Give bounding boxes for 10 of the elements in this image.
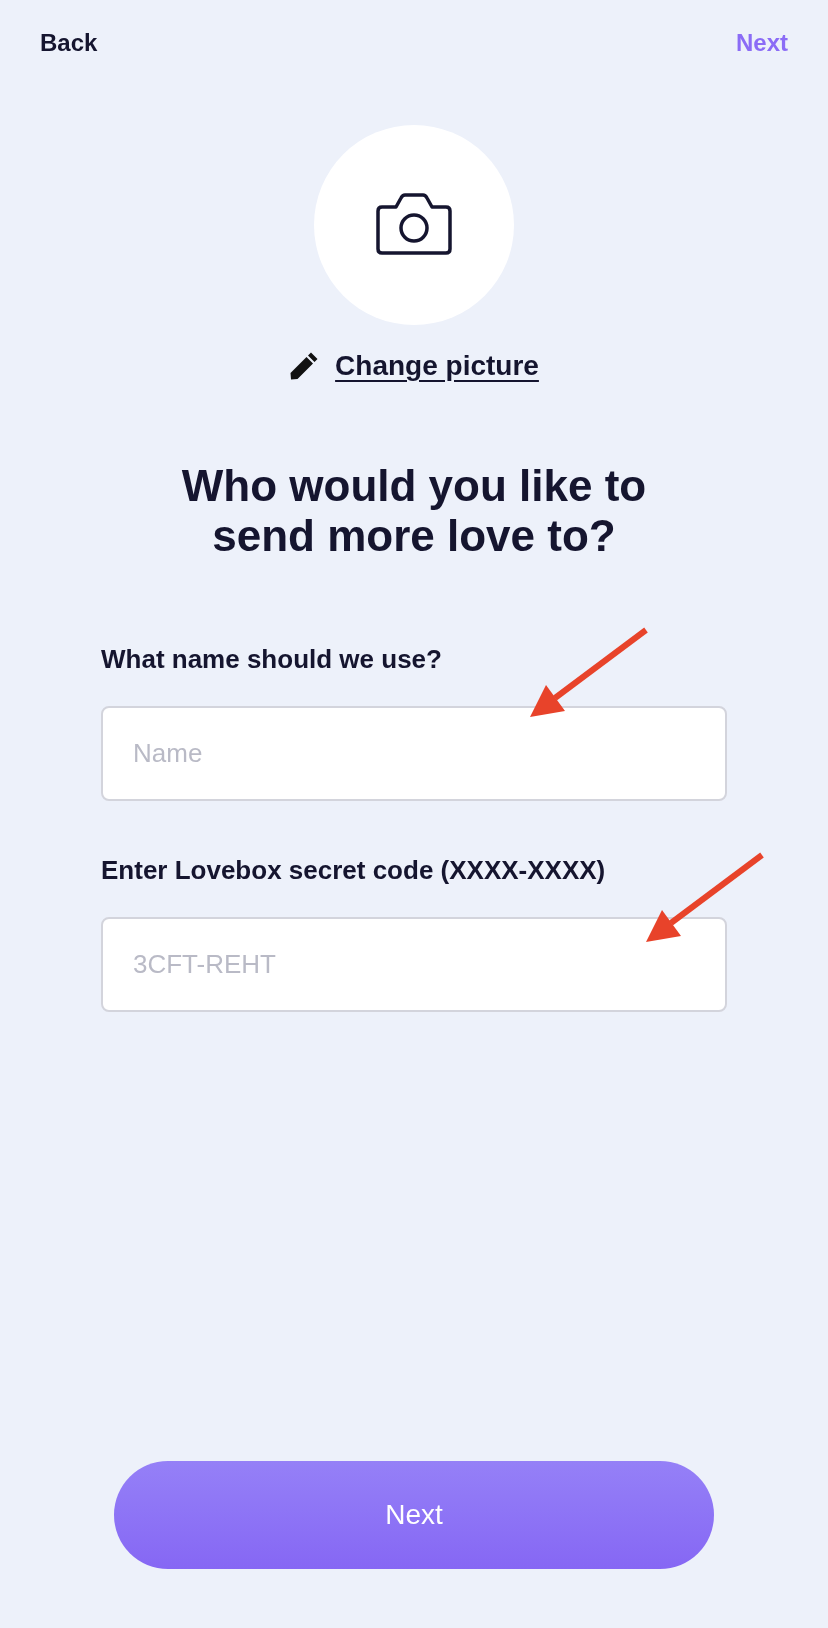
text-field[interactable]: Name [101, 706, 727, 801]
page-heading: Who would you like to send more love to? [180, 461, 648, 561]
text-field[interactable]: 3CFT-REHT [101, 917, 727, 1012]
next-button[interactable]: Next [114, 1461, 714, 1569]
field-label: Enter Lovebox secret code (XXXX-XXXX) [101, 855, 606, 885]
pencil-icon [289, 351, 320, 381]
field-label: What name should we use? [101, 644, 442, 674]
change-picture-link[interactable]: Change picture [335, 350, 539, 382]
back-button[interactable]: Back [40, 28, 98, 58]
camera-icon [376, 193, 452, 257]
